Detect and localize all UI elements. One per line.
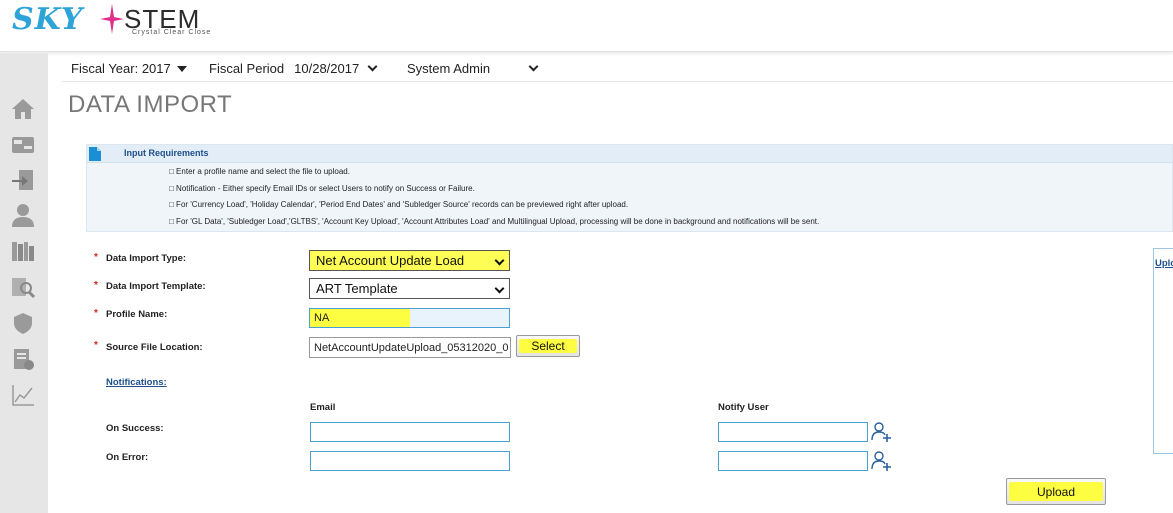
chevron-down-icon bbox=[528, 61, 539, 72]
upload-button[interactable]: Upload bbox=[1006, 478, 1106, 505]
fiscal-period-label: Fiscal Period bbox=[209, 61, 285, 76]
upload-history-panel: Uplo bbox=[1153, 248, 1173, 454]
chevron-down-icon bbox=[367, 61, 378, 72]
role-dropdown[interactable]: System Admin bbox=[407, 61, 539, 76]
on-error-email-input[interactable] bbox=[310, 451, 510, 471]
role-label: System Admin bbox=[407, 61, 491, 76]
profile-name-label: Profile Name: bbox=[106, 309, 168, 320]
caret-down-icon bbox=[176, 65, 187, 72]
fiscal-year-dropdown[interactable]: Fiscal Year: 2017 bbox=[71, 61, 187, 76]
chevron-down-icon bbox=[494, 283, 505, 294]
on-error-label: On Error: bbox=[106, 452, 149, 463]
logo-sky-text: SKY bbox=[12, 2, 84, 37]
input-requirements-title: Input Requirements bbox=[124, 148, 209, 158]
skystem-logo[interactable]: SKY STEM Crystal Clear Close bbox=[12, 2, 222, 46]
logo-star-icon bbox=[100, 4, 124, 34]
card-icon[interactable] bbox=[8, 131, 38, 159]
logo-tagline: Crystal Clear Close bbox=[132, 29, 212, 36]
document-icon bbox=[89, 147, 101, 161]
on-success-email-input[interactable] bbox=[310, 422, 510, 442]
data-import-type-select[interactable]: Net Account Update Load bbox=[309, 250, 510, 271]
required-mark: * bbox=[94, 340, 98, 351]
on-success-label: On Success: bbox=[106, 423, 164, 434]
data-import-template-value: ART Template bbox=[316, 281, 398, 296]
profile-name-input[interactable]: NA bbox=[309, 308, 510, 328]
source-file-location-value: NetAccountUpdateUpload_05312020_0 bbox=[314, 342, 509, 354]
select-file-button[interactable]: Select bbox=[516, 335, 580, 357]
chevron-down-icon bbox=[494, 255, 505, 266]
profile-name-value: NA bbox=[314, 312, 330, 324]
report-search-icon[interactable] bbox=[8, 273, 38, 301]
user-add-icon[interactable] bbox=[871, 450, 893, 472]
chart-line-icon[interactable] bbox=[8, 381, 38, 409]
requirement-line: □ For 'GL Data', 'Subledger Load','GLTBS… bbox=[169, 216, 820, 226]
data-import-template-select[interactable]: ART Template bbox=[309, 278, 510, 299]
on-error-user-input[interactable] bbox=[718, 451, 868, 471]
input-requirements-header: Input Requirements bbox=[87, 145, 1172, 163]
home-icon[interactable] bbox=[8, 95, 38, 123]
source-file-location-label: Source File Location: bbox=[106, 342, 203, 353]
data-import-type-label: Data Import Type: bbox=[106, 253, 187, 264]
required-mark: * bbox=[94, 252, 98, 263]
fiscal-period-value: 10/28/2017 bbox=[294, 61, 360, 76]
requirement-line: □ For 'Currency Load', 'Holiday Calendar… bbox=[169, 200, 629, 209]
notifications-link[interactable]: Notifications: bbox=[106, 377, 167, 388]
user-add-icon[interactable] bbox=[871, 421, 893, 443]
document-check-icon[interactable] bbox=[8, 345, 38, 373]
page-title: DATA IMPORT bbox=[68, 91, 233, 118]
requirement-line: □ Notification - Either specify Email ID… bbox=[169, 183, 475, 193]
fiscal-period-dropdown[interactable]: Fiscal Period 10/28/2017 bbox=[209, 61, 378, 76]
input-requirements-panel: Input Requirements □ Enter a profile nam… bbox=[86, 144, 1173, 232]
email-column-header: Email bbox=[310, 402, 336, 413]
select-file-button-label: Select bbox=[531, 339, 565, 353]
sidebar bbox=[0, 53, 48, 513]
upload-button-label: Upload bbox=[1036, 484, 1076, 499]
shield-icon[interactable] bbox=[8, 309, 38, 337]
requirement-line: □ Enter a profile name and select the fi… bbox=[169, 167, 350, 176]
requirements-list: □ Enter a profile name and select the fi… bbox=[169, 167, 819, 233]
on-success-user-input[interactable] bbox=[718, 422, 868, 442]
user-icon[interactable] bbox=[8, 201, 38, 229]
top-bar: SKY STEM Crystal Clear Close bbox=[0, 0, 1173, 52]
required-mark: * bbox=[94, 280, 98, 291]
context-bar: Fiscal Year: 2017 Fiscal Period 10/28/20… bbox=[62, 58, 1173, 82]
required-mark: * bbox=[94, 308, 98, 319]
fiscal-year-label: Fiscal Year: 2017 bbox=[71, 61, 171, 76]
source-file-location-input[interactable]: NetAccountUpdateUpload_05312020_0 bbox=[309, 337, 511, 358]
import-icon[interactable] bbox=[8, 166, 38, 194]
data-import-type-value: Net Account Update Load bbox=[316, 253, 465, 268]
library-icon[interactable] bbox=[8, 237, 38, 265]
data-import-template-label: Data Import Template: bbox=[106, 281, 206, 292]
notify-user-column-header: Notify User bbox=[718, 402, 769, 413]
upload-history-link[interactable]: Uplo bbox=[1155, 258, 1173, 269]
